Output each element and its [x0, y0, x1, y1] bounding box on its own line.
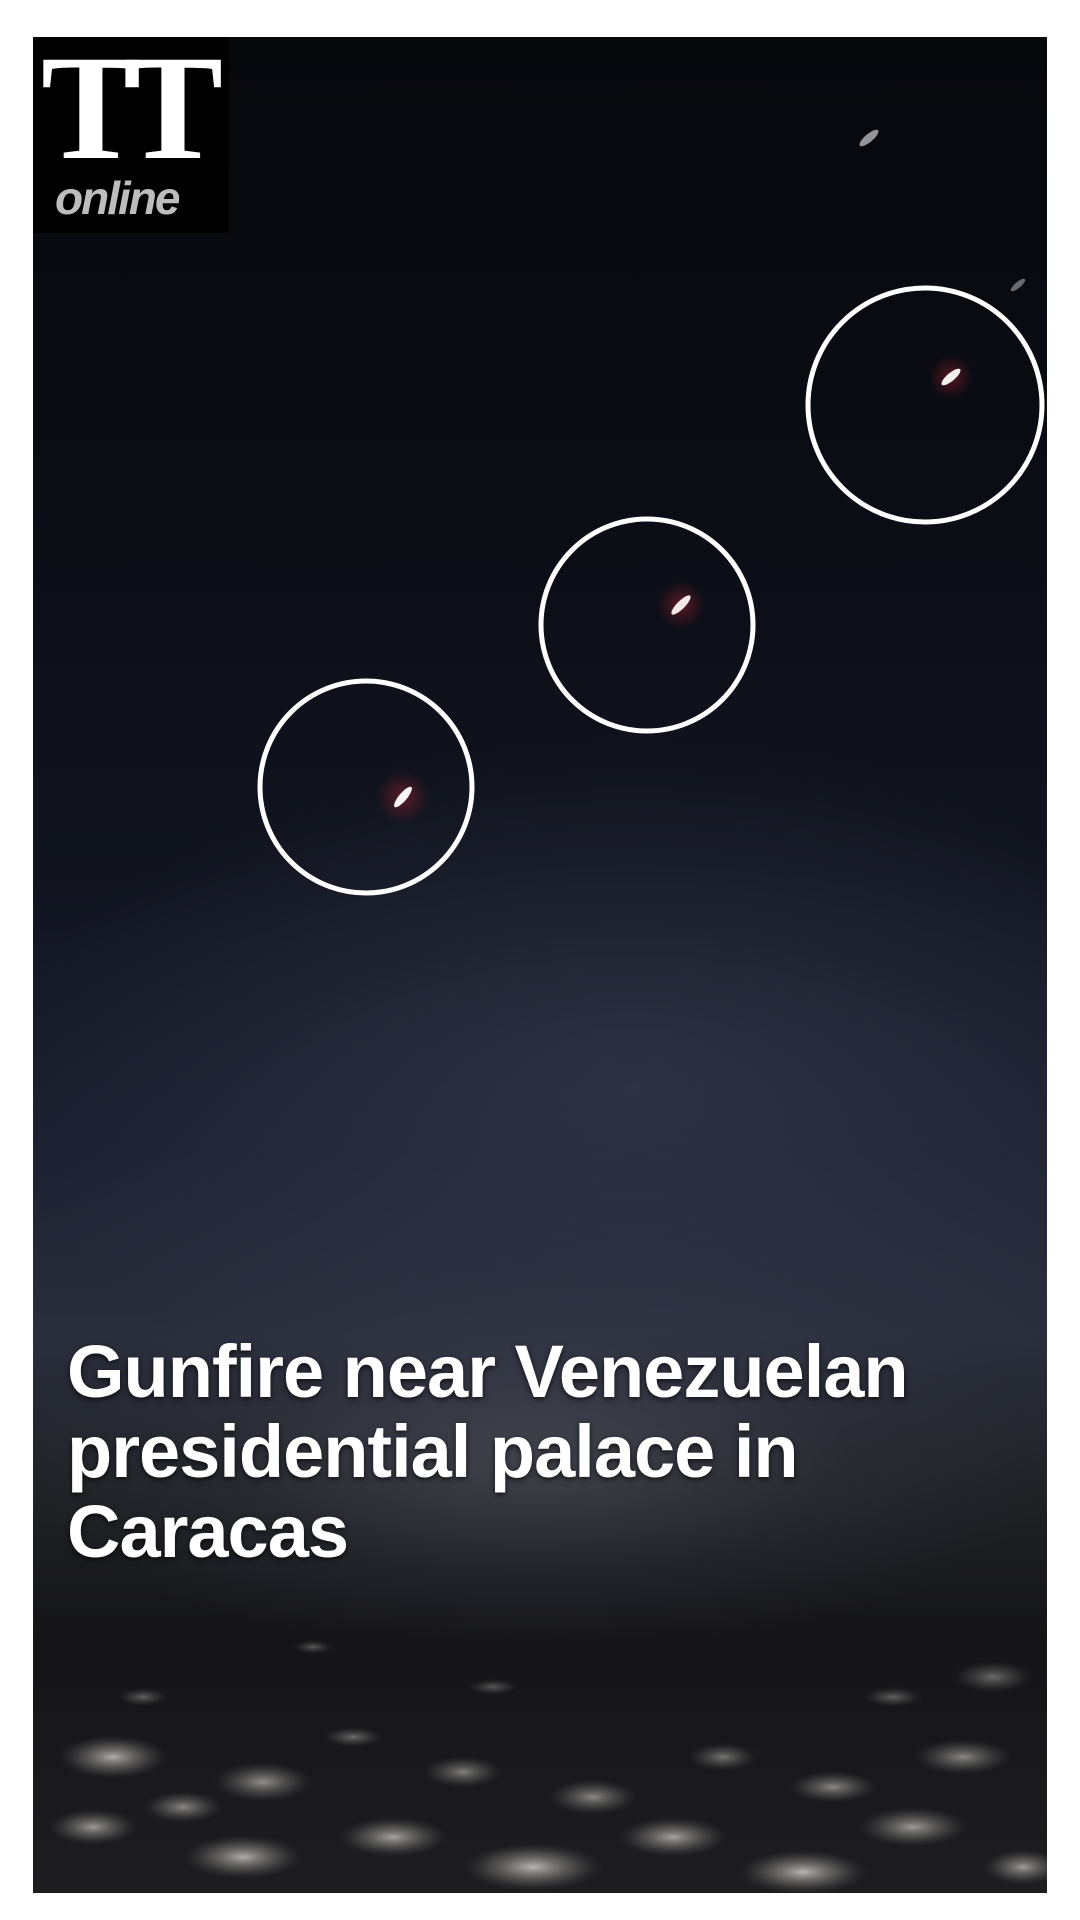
projectile-streak — [1010, 278, 1026, 292]
highlight-circle — [805, 285, 1045, 525]
city-lights — [48, 1640, 1047, 1893]
projectile-streaks — [377, 129, 1026, 823]
tt-online-logo: TT online — [33, 37, 229, 233]
highlight-circle — [257, 678, 475, 896]
highlight-circles — [257, 285, 1045, 896]
logo-mark: TT — [41, 37, 223, 191]
video-frame: TT online Gunfire near Venezuelan presid… — [33, 37, 1047, 1893]
logo-wordmark: online — [55, 172, 180, 224]
night-sky-scene — [48, 129, 1047, 1893]
projectile-streak — [859, 129, 879, 147]
highlight-circle — [538, 516, 756, 734]
headline: Gunfire near Venezuelan presidential pal… — [67, 1330, 909, 1573]
